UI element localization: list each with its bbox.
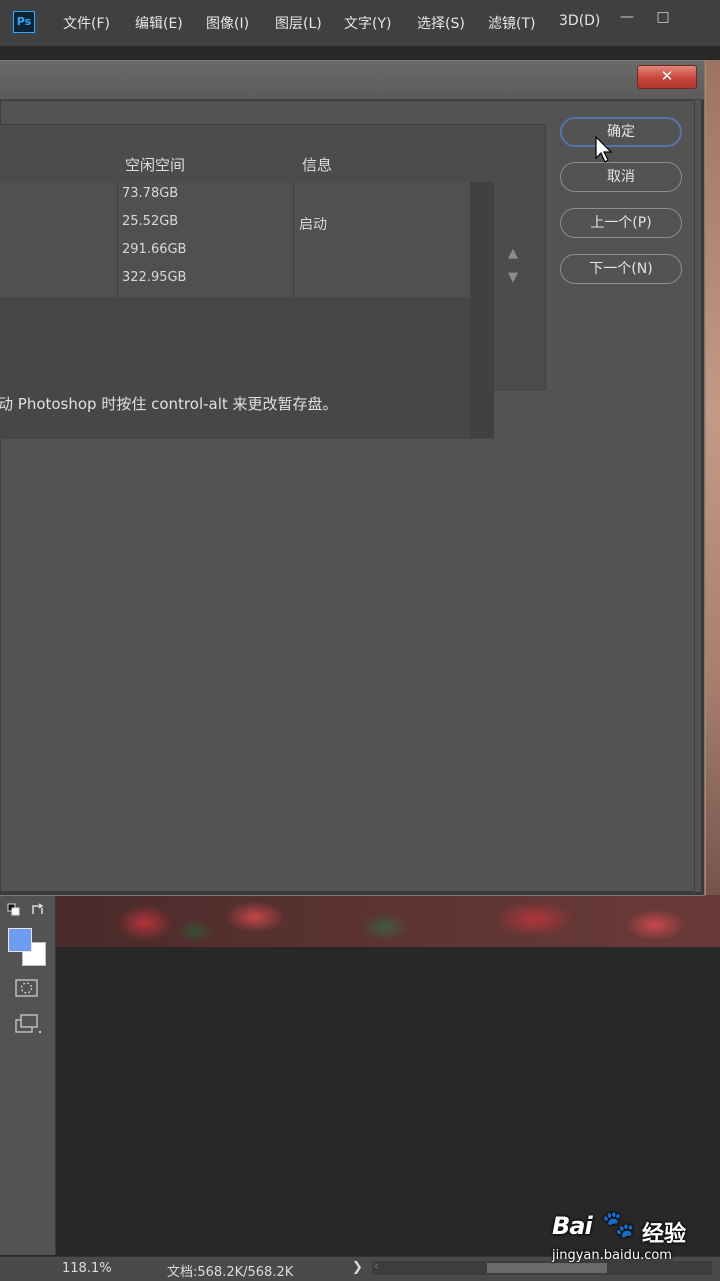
dialog-close-button[interactable]: ✕ (637, 65, 697, 89)
paw-icon: 🐾 (602, 1210, 635, 1240)
mouse-cursor-icon (595, 136, 613, 163)
menu-file[interactable]: 文件(F) (63, 13, 110, 33)
table-scrollbar[interactable] (470, 182, 494, 438)
photoshop-logo-icon: Ps (13, 11, 35, 33)
watermark-url: jingyan.baidu.com (552, 1248, 672, 1263)
disk-free-space: 322.95GB (122, 270, 187, 285)
move-up-arrow-icon[interactable]: ▲ (508, 246, 518, 261)
default-colors-icon[interactable] (7, 903, 21, 921)
menu-layer[interactable]: 图层(L) (275, 13, 322, 33)
baidu-logo-text: Bai (552, 1212, 593, 1240)
ok-button[interactable]: 确定 (560, 117, 682, 147)
watermark-label: 经验 (642, 1222, 687, 1247)
cancel-button[interactable]: 取消 (560, 162, 682, 192)
quick-mask-icon[interactable] (15, 978, 39, 1002)
menu-edit[interactable]: 编辑(E) (135, 13, 183, 33)
screen-mode-icon[interactable] (15, 1013, 43, 1039)
maximize-icon[interactable]: □ (651, 6, 675, 28)
zoom-level[interactable]: 118.1% (62, 1261, 112, 1276)
column-divider (117, 182, 118, 297)
dialog-titlebar[interactable]: ✕ (0, 61, 704, 100)
menu-3d[interactable]: 3D(D) (559, 13, 600, 29)
column-divider (293, 182, 294, 297)
column-header-info: 信息 (302, 156, 333, 174)
disk-info: 启动 (299, 217, 327, 233)
menu-filter[interactable]: 滤镜(T) (488, 13, 535, 33)
baidu-jingyan-watermark: Bai 🐾 经验 jingyan.baidu.com (552, 1210, 712, 1268)
menu-bar: Ps 文件(F) 编辑(E) 图像(I) 图层(L) 文字(Y) 选择(S) 滤… (0, 0, 720, 47)
document-size: 文档:568.2K/568.2K (167, 1265, 294, 1280)
column-header-free-space: 空闲空间 (125, 156, 186, 174)
status-menu-arrow-icon[interactable]: ❯ (352, 1260, 363, 1275)
foreground-color-swatch[interactable] (8, 928, 32, 952)
disk-free-space: 291.66GB (122, 242, 187, 257)
minimize-icon[interactable]: — (615, 6, 639, 28)
workspace-area (56, 947, 720, 1255)
disk-free-space: 73.78GB (122, 186, 179, 201)
canvas-image-edge (706, 60, 720, 945)
scratch-disks-rows (0, 182, 470, 297)
menu-type[interactable]: 文字(Y) (344, 13, 391, 33)
previous-button[interactable]: 上一个(P) (560, 208, 682, 238)
canvas-image-flowers (55, 895, 720, 947)
swap-colors-icon[interactable] (30, 902, 46, 922)
disk-free-space: 25.52GB (122, 214, 179, 229)
menu-select[interactable]: 选择(S) (417, 13, 465, 33)
scratch-disk-hint: 动 Photoshop 时按住 control-alt 来更改暂存盘。 (0, 395, 338, 413)
move-down-arrow-icon[interactable]: ▼ (508, 270, 518, 285)
scroll-left-icon[interactable]: ‹ (374, 1259, 379, 1273)
next-button[interactable]: 下一个(N) (560, 254, 682, 284)
menu-image[interactable]: 图像(I) (206, 13, 249, 33)
